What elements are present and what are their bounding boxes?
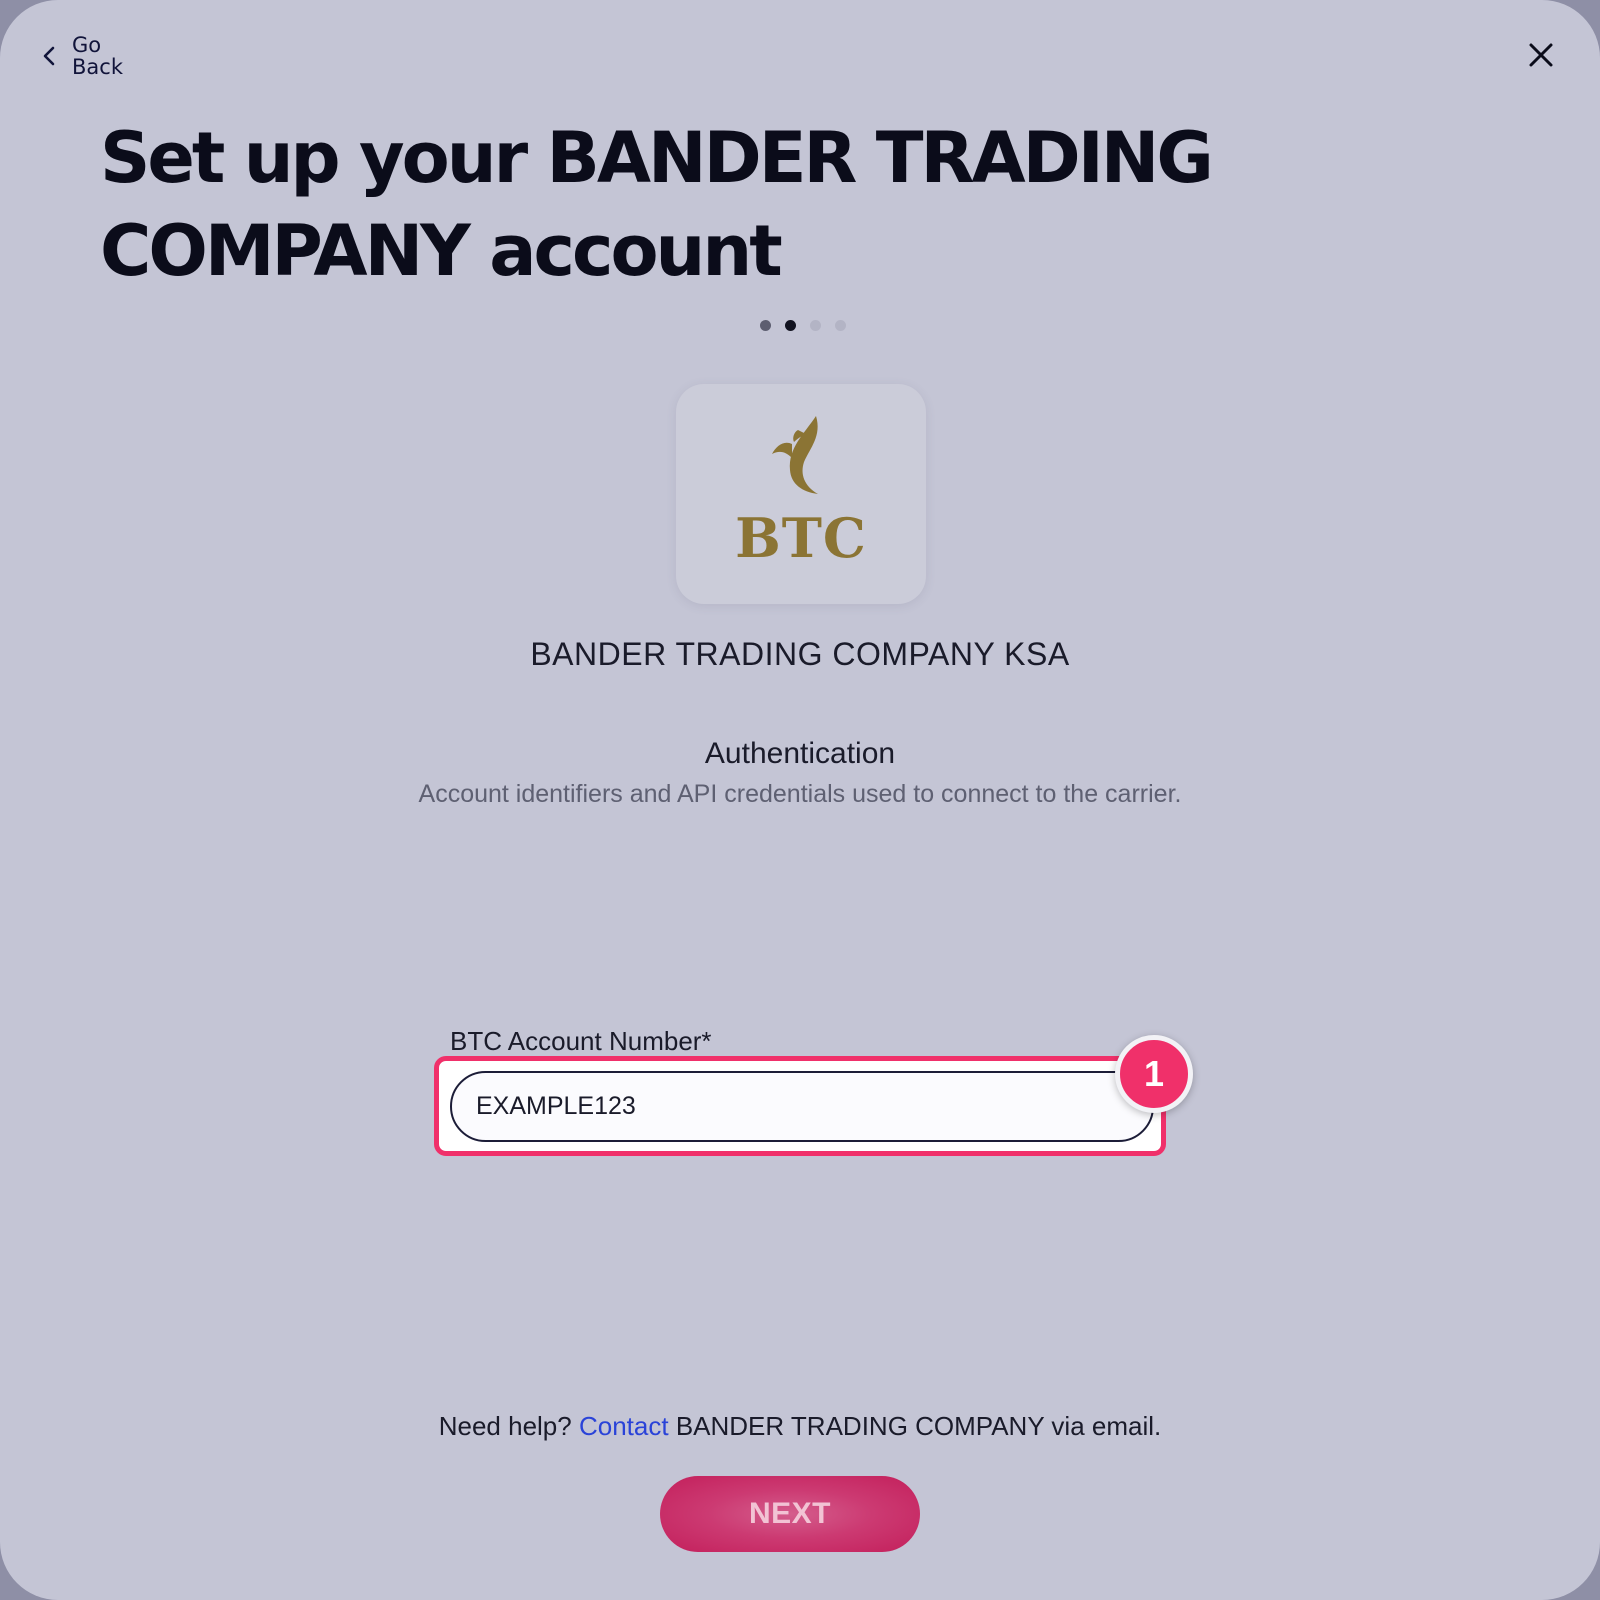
section-title: Authentication [704, 737, 896, 770]
help-suffix: BANDER TRADING COMPANY via email. [675, 1411, 1162, 1441]
annotation-badge: 1 [1115, 1035, 1193, 1113]
step-indicator [760, 320, 846, 331]
contact-link[interactable]: Contact [579, 1411, 669, 1441]
help-text: Need help? Contact BANDER TRADING COMPAN… [0, 1411, 1600, 1442]
step-dot-current [785, 320, 796, 331]
carrier-logo-text: BTC [735, 506, 867, 570]
step-dot [835, 320, 846, 331]
carrier-logo: BTC [676, 384, 926, 604]
help-prefix: Need help? [438, 1411, 572, 1441]
setup-modal: Go Back Set up your BANDER TRADING COMPA… [0, 0, 1600, 1600]
go-back-button[interactable]: Go Back [38, 34, 132, 78]
section-description: Account identifiers and API credentials … [418, 780, 1182, 808]
phoenix-logo-icon [772, 416, 818, 494]
go-back-label: Go Back [72, 33, 123, 79]
next-button[interactable]: NEXT [660, 1476, 920, 1552]
close-icon [1529, 43, 1553, 67]
chevron-left-icon [43, 46, 55, 66]
page-title: Set up your BANDER TRADING COMPANY accou… [100, 117, 1214, 292]
step-dot [760, 320, 771, 331]
carrier-name: BANDER TRADING COMPANY KSA [530, 636, 1070, 672]
close-button[interactable] [1526, 40, 1556, 70]
account-number-input[interactable] [450, 1071, 1154, 1142]
account-number-label: BTC Account Number* [450, 1026, 712, 1056]
step-dot [810, 320, 821, 331]
